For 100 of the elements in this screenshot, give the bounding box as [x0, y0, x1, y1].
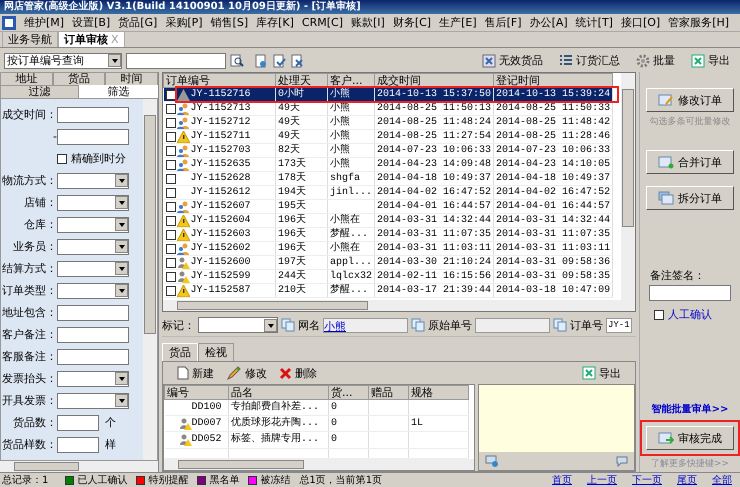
column-header[interactable]: 处理天	[276, 74, 328, 88]
toolbar-button[interactable]: 批量	[630, 53, 681, 68]
row-checkbox[interactable]	[166, 202, 176, 212]
row-checkbox[interactable]	[166, 244, 176, 254]
menu-item[interactable]: 设置[B]	[68, 15, 114, 30]
dropdown[interactable]	[57, 172, 129, 188]
horizontal-scrollbar[interactable]	[164, 459, 474, 470]
net-name-field[interactable]: 小熊	[323, 318, 408, 332]
menu-item[interactable]: 生产[E]	[435, 15, 481, 30]
row-checkbox[interactable]	[166, 272, 176, 282]
menu-item[interactable]: 财务[C]	[388, 15, 436, 30]
pagination-link[interactable]: 首页	[552, 473, 572, 487]
export-button[interactable]: 导出	[576, 366, 627, 380]
menu-item[interactable]: 办公[A]	[526, 15, 572, 30]
dropdown[interactable]	[57, 194, 129, 210]
document-tab[interactable]: 订单审核 X	[58, 31, 125, 47]
finish-review-button[interactable]: 审核完成	[646, 426, 734, 450]
document-check-icon[interactable]	[272, 54, 286, 68]
row-checkbox[interactable]	[166, 258, 176, 268]
menu-item[interactable]: 采购[P]	[161, 15, 207, 30]
vertical-scrollbar[interactable]	[621, 73, 635, 300]
menu-item[interactable]: 售后[F]	[480, 15, 526, 30]
document-cross-icon[interactable]	[290, 54, 304, 68]
detail-tab[interactable]: 货品	[162, 343, 198, 361]
toolbar-button[interactable]: 无效货品	[476, 53, 549, 68]
checkbox[interactable]	[57, 154, 67, 164]
menu-item[interactable]: 管家服务[H]	[664, 15, 734, 30]
row-checkbox[interactable]	[166, 188, 176, 198]
input-field[interactable]	[57, 304, 129, 320]
menu-item[interactable]: 销售[S]	[206, 15, 252, 30]
copy-icon[interactable]	[411, 318, 425, 332]
dropdown[interactable]	[57, 216, 129, 232]
signature-field[interactable]	[649, 285, 731, 301]
pagination-link[interactable]: 下一页	[632, 473, 662, 487]
column-header[interactable]: 品名	[228, 386, 328, 400]
order-number-field[interactable]: JY-1	[606, 318, 632, 332]
row-checkbox[interactable]	[166, 146, 176, 156]
menu-item[interactable]: 账款[I]	[347, 15, 389, 30]
filter-tab[interactable]: 筛选	[79, 85, 158, 98]
row-checkbox[interactable]	[166, 132, 176, 142]
mark-dropdown[interactable]	[198, 317, 278, 333]
column-header[interactable]: 客户...	[328, 74, 375, 88]
input-field[interactable]	[57, 348, 129, 364]
row-checkbox[interactable]	[166, 174, 176, 184]
toolbar-button[interactable]: 新建	[171, 366, 220, 380]
menu-item[interactable]: 货品[G]	[114, 15, 162, 30]
menu-item[interactable]: 库存[K]	[252, 15, 298, 30]
row-checkbox[interactable]	[166, 286, 176, 296]
pagination-link[interactable]: 尾页	[677, 473, 697, 487]
menu-item[interactable]: 统计[T]	[572, 15, 617, 30]
column-header[interactable]: 规格	[408, 386, 468, 400]
toolbar-button[interactable]: 订货汇总	[553, 53, 626, 68]
query-type-dropdown[interactable]: 按订单编号查询	[4, 52, 122, 68]
detail-tab[interactable]: 检视	[198, 343, 234, 361]
row-checkbox[interactable]	[166, 104, 176, 114]
comment-add-icon[interactable]	[485, 455, 499, 467]
column-header[interactable]: 登记时间	[494, 74, 613, 88]
horizontal-scrollbar[interactable]	[163, 300, 635, 311]
search-field[interactable]	[126, 52, 226, 68]
toolbar-button[interactable]: 修改	[220, 366, 273, 380]
row-checkbox[interactable]	[166, 216, 176, 226]
toolbar-button[interactable]: 导出	[685, 53, 736, 68]
document-icon[interactable]	[254, 54, 268, 68]
pagination-link[interactable]: 全部	[712, 473, 732, 487]
dropdown[interactable]	[57, 392, 129, 408]
pagination-link[interactable]: 上一页	[587, 473, 617, 487]
menu-item[interactable]: 接口[O]	[616, 15, 664, 30]
row-checkbox[interactable]	[166, 160, 176, 170]
original-number-field[interactable]	[475, 318, 550, 332]
split-order-button[interactable]: 拆分订单	[646, 186, 734, 210]
input-field[interactable]	[57, 436, 99, 452]
column-header[interactable]: 货...	[328, 386, 368, 400]
column-header[interactable]: 编号	[164, 386, 228, 400]
column-header[interactable]: 赠品	[368, 386, 408, 400]
checkbox[interactable]	[654, 310, 664, 320]
net-name-link[interactable]: 小熊	[324, 320, 346, 332]
row-checkbox[interactable]	[166, 118, 176, 128]
input-field[interactable]	[57, 106, 129, 122]
dropdown[interactable]	[57, 238, 129, 254]
column-header[interactable]: 订单编号	[164, 74, 276, 88]
row-checkbox[interactable]	[166, 90, 176, 100]
input-field[interactable]	[57, 326, 129, 342]
filter-tab[interactable]: 地址	[0, 72, 53, 85]
speech-bubble-icon[interactable]	[616, 456, 628, 466]
menu-item[interactable]: CRM[C]	[298, 16, 347, 29]
dropdown[interactable]	[57, 370, 129, 386]
dropdown[interactable]	[57, 282, 129, 298]
horizontal-scrollbar[interactable]	[0, 461, 158, 472]
smart-batch-link[interactable]: 智能批量审单>>	[652, 402, 728, 416]
merge-order-button[interactable]: 合并订单	[646, 150, 734, 174]
dropdown[interactable]	[57, 260, 129, 276]
copy-icon[interactable]	[553, 318, 567, 332]
vertical-scrollbar[interactable]	[143, 99, 157, 460]
menu-item[interactable]: 维护[M]	[20, 15, 68, 30]
edit-order-button[interactable]: 修改订单	[646, 88, 734, 112]
toolbar-button[interactable]: 删除	[273, 366, 323, 380]
column-header[interactable]: 成交时间	[374, 74, 494, 88]
copy-icon[interactable]	[281, 318, 295, 332]
input-field[interactable]	[57, 414, 99, 430]
row-checkbox[interactable]	[166, 230, 176, 240]
